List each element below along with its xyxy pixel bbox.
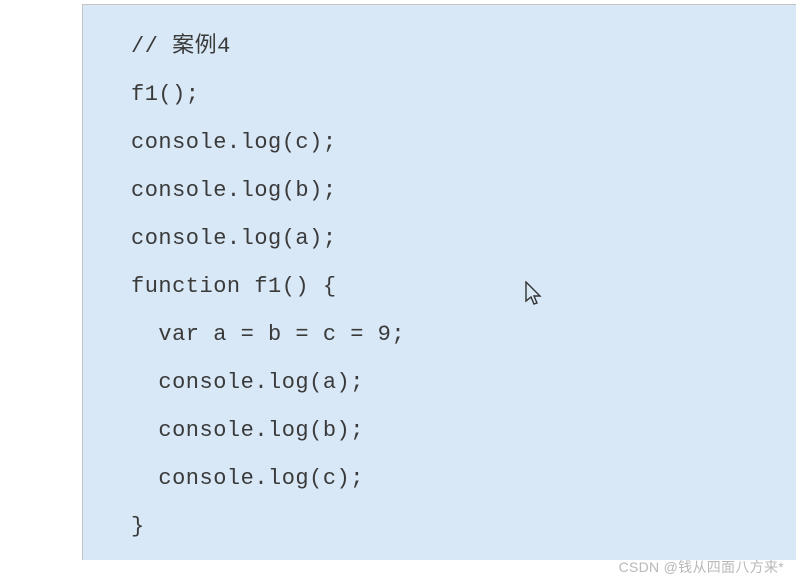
- code-line: console.log(b);: [131, 407, 796, 455]
- code-line: }: [131, 503, 796, 551]
- code-line: f1();: [131, 71, 796, 119]
- code-line: console.log(c);: [131, 455, 796, 503]
- code-block: // 案例4 f1(); console.log(c); console.log…: [82, 4, 796, 560]
- code-line: console.log(a);: [131, 359, 796, 407]
- watermark-text: CSDN @钱从四面八方来*: [619, 557, 784, 577]
- code-line: var a = b = c = 9;: [131, 311, 796, 359]
- code-line: // 案例4: [131, 23, 796, 71]
- code-line: console.log(b);: [131, 167, 796, 215]
- code-line: function f1() {: [131, 263, 796, 311]
- code-line: console.log(a);: [131, 215, 796, 263]
- code-line: console.log(c);: [131, 119, 796, 167]
